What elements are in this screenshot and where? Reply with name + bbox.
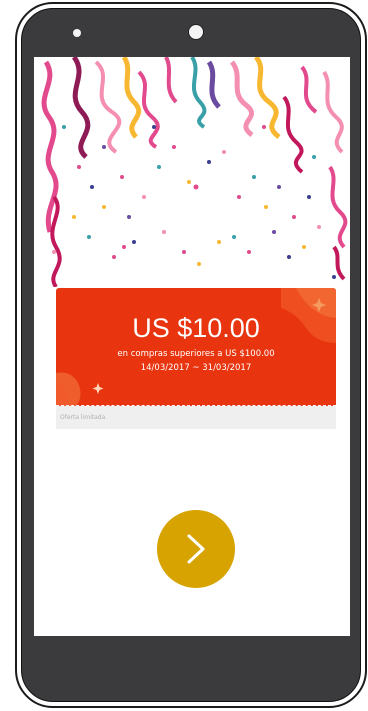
device-mockup: US $10.00 en compras superiores a US $10… xyxy=(0,0,368,711)
coupon-footer: Oferta limitada xyxy=(56,405,336,429)
coupon-card[interactable]: US $10.00 en compras superiores a US $10… xyxy=(56,288,336,429)
limited-offer-label: Oferta limitada xyxy=(60,414,106,421)
front-camera xyxy=(188,24,204,40)
coupon-body: US $10.00 en compras superiores a US $10… xyxy=(56,288,336,406)
confetti-illustration xyxy=(41,57,348,287)
coupon-condition: en compras superiores a US $100.00 xyxy=(117,349,275,359)
next-button[interactable] xyxy=(157,510,235,588)
chevron-right-icon xyxy=(187,534,205,564)
coupon-perforation xyxy=(56,405,336,406)
coupon-validity-dates: 14/03/2017 ~ 31/03/2017 xyxy=(140,363,252,373)
coupon-amount: US $10.00 xyxy=(132,313,260,343)
sensor-dot xyxy=(73,29,81,37)
phone-screen: US $10.00 en compras superiores a US $10… xyxy=(34,57,350,636)
coupon-decoration xyxy=(56,288,336,406)
